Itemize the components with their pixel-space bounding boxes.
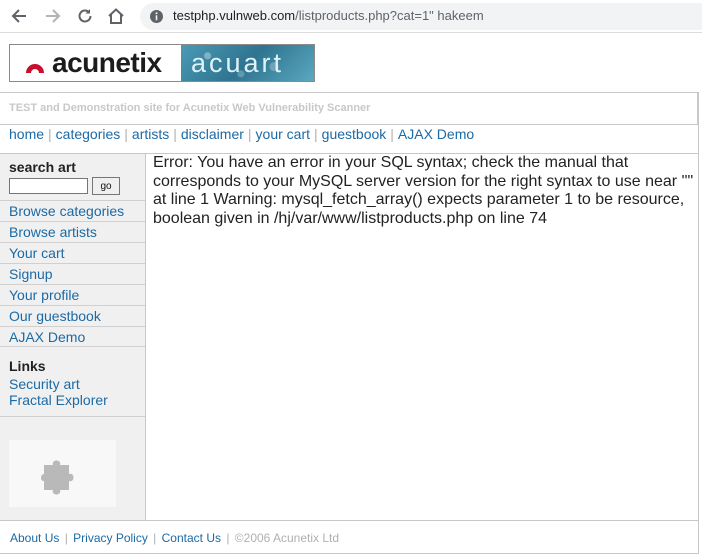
nav-separator: | <box>314 126 318 142</box>
acunetix-logo-mark <box>26 64 44 73</box>
footer-separator: | <box>149 531 160 545</box>
nav-separator: | <box>124 126 128 142</box>
divider <box>0 553 698 554</box>
address-bar[interactable]: testphp.vulnweb.com/listproducts.php?cat… <box>140 3 702 30</box>
search-title: search art <box>9 159 76 175</box>
divider <box>0 520 698 521</box>
sidebar-menu: Browse categories Browse artists Your ca… <box>0 200 145 347</box>
nav-disclaimer[interactable]: disclaimer <box>181 126 244 142</box>
nav-your-cart[interactable]: your cart <box>256 126 310 142</box>
url-path: /listproducts.php?cat=1" hakeem <box>295 8 484 23</box>
reload-icon[interactable] <box>75 6 95 26</box>
tagline: TEST and Demonstration site for Acunetix… <box>9 102 371 114</box>
links-title: Links <box>9 358 46 374</box>
home-icon[interactable] <box>106 6 126 26</box>
back-arrow-icon[interactable] <box>9 6 29 26</box>
nav-separator: | <box>48 126 52 142</box>
sidebar: search art go Browse categories Browse a… <box>0 154 146 520</box>
sidebar-item-your-cart[interactable]: Your cart <box>0 242 145 263</box>
search-input[interactable] <box>9 178 88 194</box>
sidebar-item-signup[interactable]: Signup <box>0 263 145 284</box>
url-host: testphp.vulnweb.com <box>173 8 296 23</box>
site-logo[interactable]: acunetix acuart <box>9 44 315 82</box>
nav-separator: | <box>247 126 252 142</box>
page-border <box>698 92 699 554</box>
missing-plugin-placeholder[interactable] <box>9 440 116 507</box>
sidebar-item-browse-artists[interactable]: Browse artists <box>0 221 145 242</box>
divider <box>0 416 145 417</box>
nav-separator: | <box>390 126 394 142</box>
tagline-bar: TEST and Demonstration site for Acunetix… <box>0 92 698 125</box>
sidebar-item-ajax-demo[interactable]: AJAX Demo <box>0 326 145 347</box>
footer: About Us | Privacy Policy | Contact Us |… <box>10 531 339 545</box>
acuart-banner: acuart <box>181 45 314 81</box>
footer-separator: | <box>223 531 233 545</box>
footer-privacy-policy[interactable]: Privacy Policy <box>73 531 148 545</box>
site-info-icon[interactable] <box>149 9 164 24</box>
footer-about-us[interactable]: About Us <box>10 531 59 545</box>
error-message: Error: You have an error in your SQL syn… <box>153 154 694 227</box>
nav-home[interactable]: home <box>9 126 44 142</box>
sidebar-item-browse-categories[interactable]: Browse categories <box>0 200 145 221</box>
top-navigation: home | categories | artists | disclaimer | your … <box>9 126 474 148</box>
forward-arrow-icon[interactable] <box>43 6 63 26</box>
sidebar-item-our-guestbook[interactable]: Our guestbook <box>0 305 145 326</box>
link-security-art[interactable]: Security art <box>9 376 108 392</box>
nav-categories[interactable]: categories <box>56 126 121 142</box>
nav-artists[interactable]: artists <box>132 126 169 142</box>
puzzle-piece-icon <box>41 460 74 495</box>
nav-guestbook[interactable]: guestbook <box>322 126 387 142</box>
nav-separator: | <box>173 126 177 142</box>
footer-contact-us[interactable]: Contact Us <box>162 531 221 545</box>
url-text: testphp.vulnweb.com/listproducts.php?cat… <box>173 8 484 23</box>
acunetix-logo: acunetix <box>10 45 181 81</box>
search-go-button[interactable]: go <box>92 177 120 195</box>
links-list: Security art Fractal Explorer <box>9 376 108 408</box>
footer-separator: | <box>61 531 72 545</box>
acuart-banner-text: acuart <box>191 48 285 78</box>
link-fractal-explorer[interactable]: Fractal Explorer <box>9 392 108 408</box>
browser-toolbar: testphp.vulnweb.com/listproducts.php?cat… <box>0 0 702 33</box>
sidebar-item-your-profile[interactable]: Your profile <box>0 284 145 305</box>
logo-text: acunetix <box>52 47 162 78</box>
nav-ajax-demo[interactable]: AJAX Demo <box>398 126 474 142</box>
copyright: ©2006 Acunetix Ltd <box>234 531 340 545</box>
page-content: acunetix acuart TEST and Demonstration s… <box>0 34 702 556</box>
